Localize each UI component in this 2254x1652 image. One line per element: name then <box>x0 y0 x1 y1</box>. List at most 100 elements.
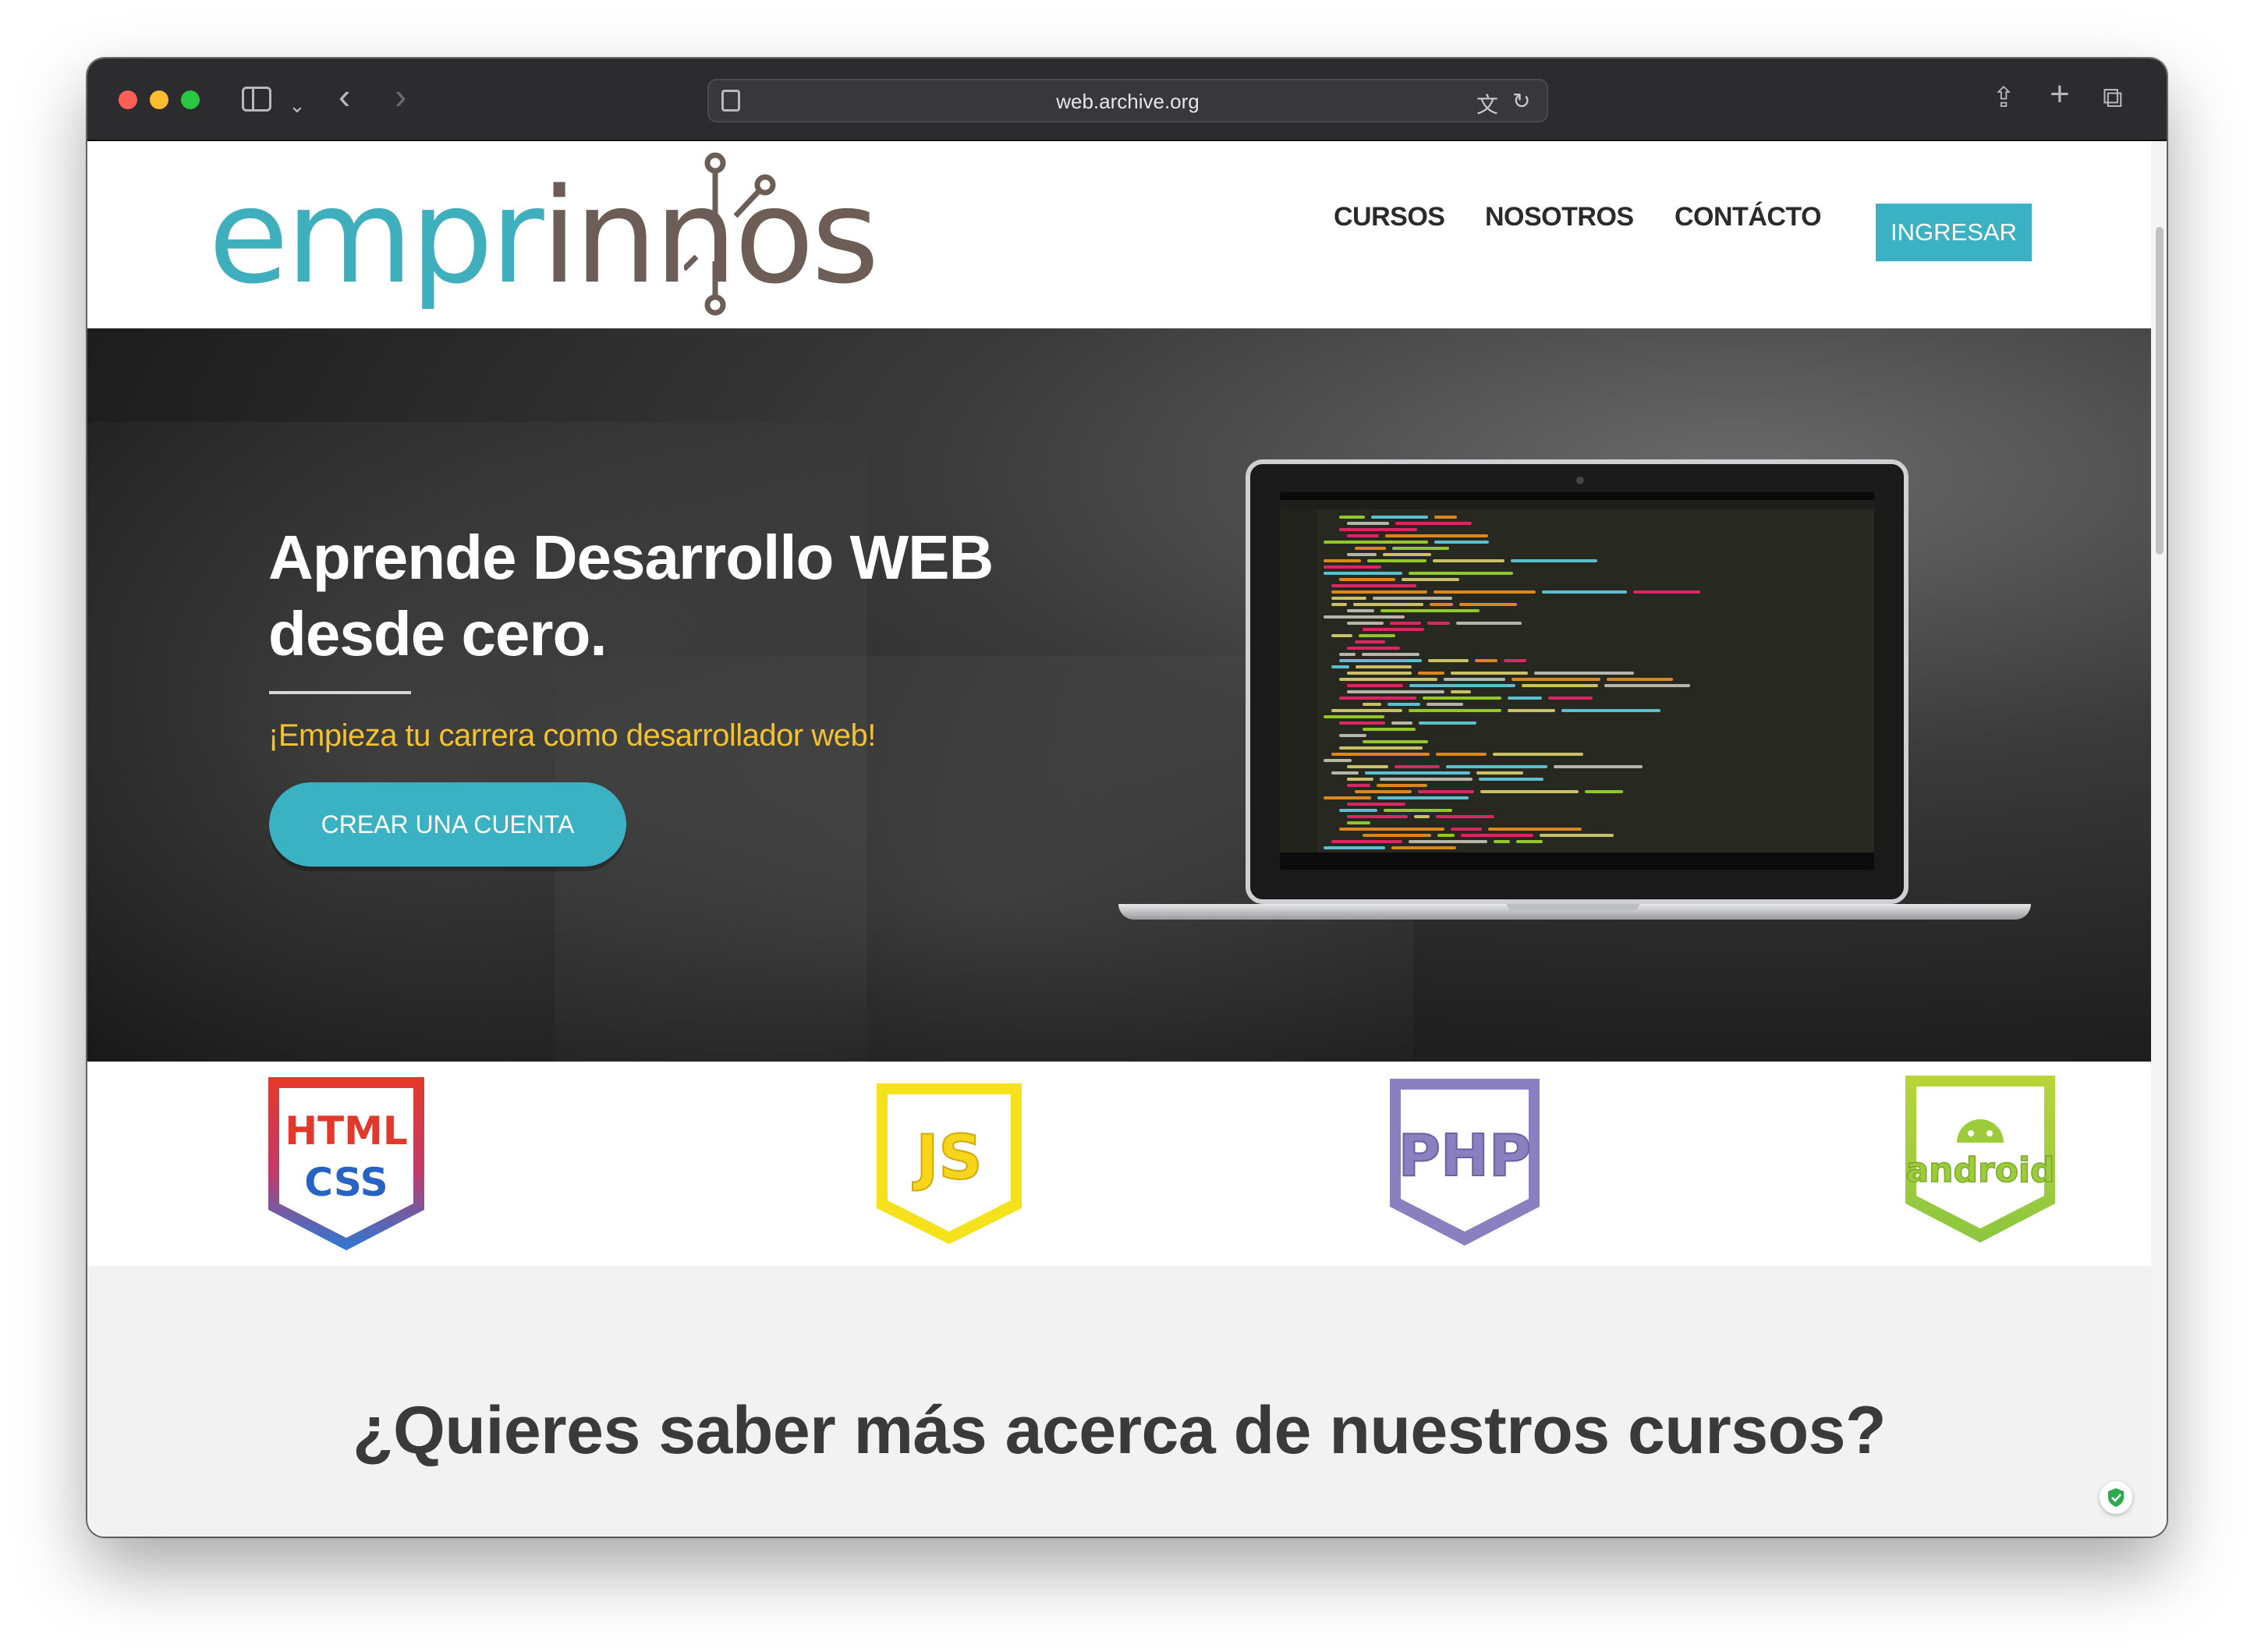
code-line <box>1607 678 1673 681</box>
code-line <box>1433 559 1504 562</box>
code-line <box>1380 778 1473 781</box>
code-line <box>1324 759 1352 762</box>
code-line <box>1371 516 1428 519</box>
close-window-button[interactable] <box>119 90 137 109</box>
code-line <box>1324 541 1428 544</box>
code-line <box>1554 765 1643 768</box>
code-line <box>1331 771 1359 775</box>
share-icon[interactable]: ⇪ <box>1992 82 2015 113</box>
code-line <box>1418 672 1444 675</box>
create-account-button[interactable]: CREAR UNA CUENTA <box>269 782 626 867</box>
tech-badges: HTML CSS JS PHP android <box>87 1062 2151 1266</box>
code-line <box>1363 740 1428 743</box>
code-line <box>1522 684 1598 687</box>
code-line <box>1456 622 1522 625</box>
scrollbar-thumb[interactable] <box>2156 227 2164 555</box>
badge-html-text: HTML <box>285 1108 408 1154</box>
badge-css-text: CSS <box>304 1160 388 1205</box>
minimize-window-button[interactable] <box>150 90 168 109</box>
code-line <box>1480 790 1579 793</box>
code-line <box>1434 516 1457 519</box>
tab-overview-icon[interactable]: ⧉ <box>2103 82 2123 113</box>
translate-icon[interactable]: 文 <box>1476 88 1498 119</box>
code-line <box>1451 690 1471 693</box>
code-line <box>1434 590 1536 594</box>
code-line <box>1418 790 1474 793</box>
code-line <box>1339 809 1377 812</box>
code-line <box>1493 753 1583 756</box>
code-line <box>1391 721 1412 725</box>
security-badge[interactable] <box>2100 1481 2132 1514</box>
code-line <box>1380 609 1480 612</box>
laptop-camera <box>1576 477 1584 484</box>
code-line <box>1339 678 1437 681</box>
badge-php-text: PHP <box>1398 1122 1531 1189</box>
site-logo[interactable]: emprinnos <box>208 152 880 319</box>
new-tab-icon[interactable]: + <box>2050 77 2070 112</box>
code-line <box>1363 728 1416 731</box>
sidebar-toggle-icon[interactable] <box>242 87 271 112</box>
code-line <box>1324 565 1381 569</box>
code-line <box>1339 653 1356 656</box>
code-line <box>1331 753 1430 756</box>
code-line <box>1392 547 1449 550</box>
code-line <box>1347 803 1405 806</box>
code-line <box>1355 790 1412 793</box>
code-line <box>1512 678 1600 681</box>
zoom-window-button[interactable] <box>181 90 200 109</box>
code-line <box>1347 690 1444 693</box>
code-line <box>1339 721 1385 725</box>
code-line <box>1377 796 1469 799</box>
code-line <box>1339 746 1423 750</box>
code-line <box>1414 815 1430 818</box>
code-line <box>1423 697 1501 700</box>
code-line <box>1384 809 1452 812</box>
code-line <box>1331 584 1416 587</box>
code-line <box>1390 622 1421 625</box>
code-line <box>1475 659 1497 662</box>
login-button[interactable]: INGRESAR <box>1876 204 2032 261</box>
reload-icon[interactable]: ↻ <box>1512 88 1530 114</box>
code-line <box>1347 672 1412 675</box>
code-line <box>1331 665 1349 668</box>
code-line <box>1488 828 1582 831</box>
html-css-badge: HTML CSS <box>268 1077 424 1250</box>
code-line <box>1367 559 1426 562</box>
code-line <box>1402 578 1459 581</box>
code-line <box>1451 828 1482 831</box>
code-line <box>1409 709 1501 712</box>
hero-title-line1: Aprende Desarrollo WEB <box>268 523 994 592</box>
code-line <box>1548 697 1593 700</box>
shield-check-icon <box>2108 1488 2124 1507</box>
badge-js-text: JS <box>912 1123 982 1193</box>
address-bar[interactable]: web.archive.org 文 ↻ <box>707 79 1548 122</box>
code-line <box>1436 815 1494 818</box>
code-line <box>1373 597 1452 600</box>
code-line <box>1561 709 1660 712</box>
chevron-down-icon[interactable]: ⌄ <box>289 90 306 121</box>
code-line <box>1542 590 1627 594</box>
page-scrollbar[interactable] <box>2151 141 2167 1537</box>
nav-nosotros[interactable]: NOSOTROS <box>1485 202 1634 232</box>
code-line <box>1428 659 1469 662</box>
laptop-image <box>1246 459 1908 904</box>
code-line <box>1339 697 1416 700</box>
code-line <box>1347 778 1373 781</box>
nav-cursos[interactable]: CURSOS <box>1334 202 1445 232</box>
code-line <box>1387 703 1420 706</box>
code-line <box>1363 834 1431 837</box>
code-line <box>1339 578 1395 581</box>
code-line <box>1461 834 1533 837</box>
code-line <box>1331 634 1352 637</box>
back-icon[interactable]: ‹ <box>338 78 350 114</box>
nav-contacto[interactable]: CONTÁCTO <box>1675 202 1822 232</box>
code-line <box>1339 659 1422 662</box>
code-line <box>1347 821 1370 824</box>
code-line <box>1434 541 1489 544</box>
code-line <box>1353 603 1423 606</box>
code-line <box>1426 703 1463 706</box>
code-line <box>1383 553 1431 556</box>
forward-icon[interactable]: › <box>395 78 406 114</box>
code-line <box>1511 559 1597 562</box>
code-line <box>1347 815 1408 818</box>
